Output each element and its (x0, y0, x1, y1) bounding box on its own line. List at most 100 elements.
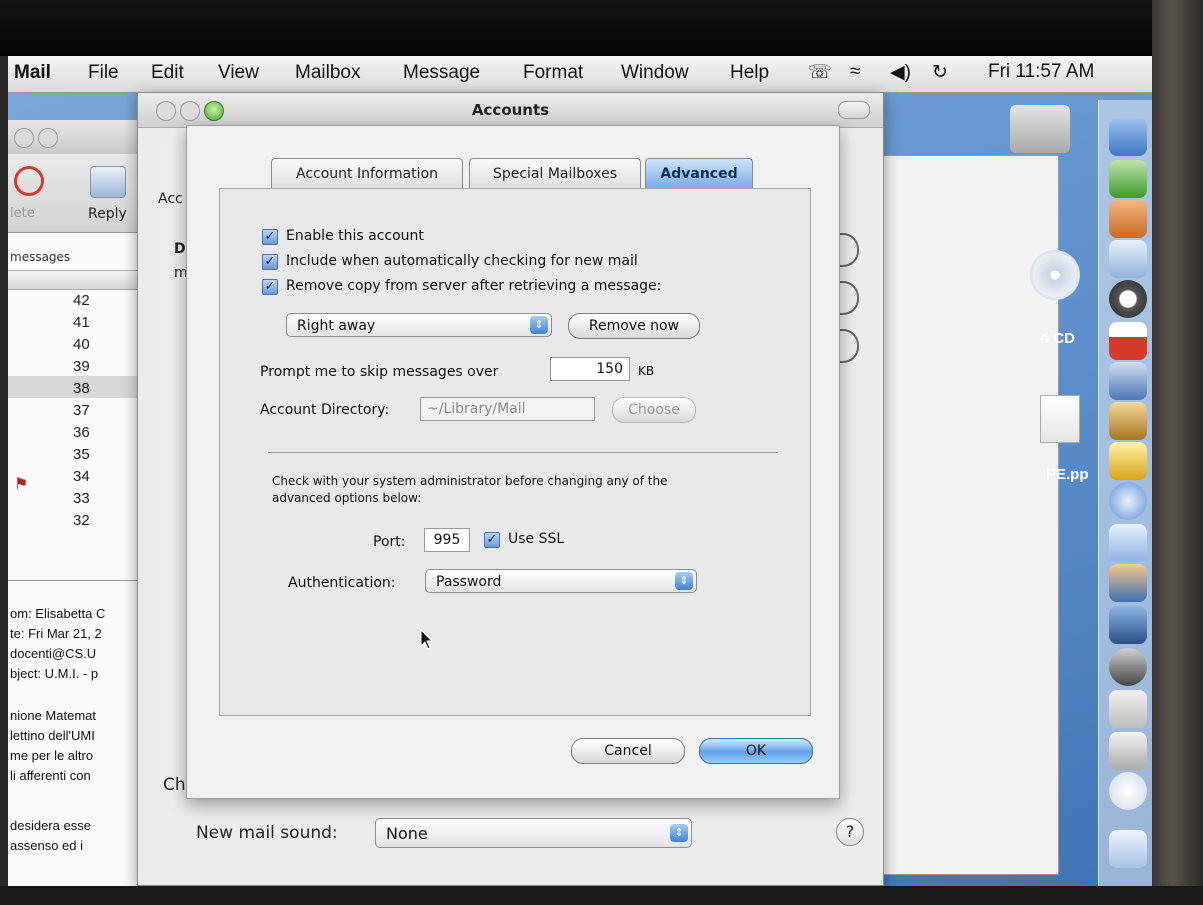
system-preferences-icon[interactable] (1109, 280, 1147, 318)
message-number[interactable]: 36 (73, 424, 90, 441)
preview-body-line: nione Matemat (10, 708, 96, 723)
notebook-icon[interactable] (1109, 402, 1147, 440)
message-number[interactable]: 33 (73, 490, 90, 507)
airport-icon[interactable]: ≈ (850, 61, 860, 83)
delete-icon[interactable] (14, 166, 44, 196)
menu-app-mail[interactable]: Mail (14, 62, 51, 84)
sherlock-icon[interactable] (1109, 648, 1147, 686)
port-field[interactable]: 995 (424, 528, 470, 552)
safari-icon[interactable] (1109, 482, 1147, 520)
check-label-partial: Ch (163, 775, 186, 795)
toolbar-toggle-button[interactable] (838, 101, 870, 119)
iphoto-icon[interactable] (1109, 564, 1147, 602)
list-header: messages (10, 250, 71, 264)
volume-icon[interactable]: ◀) (890, 61, 911, 84)
close-button[interactable] (14, 128, 34, 148)
include-auto-check-checkbox[interactable]: ✓ (262, 254, 278, 270)
mouse-cursor-icon (420, 629, 434, 650)
new-mail-sound-value: None (386, 824, 428, 843)
address-book-icon[interactable] (1109, 362, 1147, 400)
account-directory-label: Account Directory: (260, 402, 390, 418)
cancel-button[interactable]: Cancel (571, 738, 685, 764)
tab-special-mailboxes[interactable]: Special Mailboxes (469, 158, 641, 189)
menu-mailbox[interactable]: Mailbox (295, 62, 360, 84)
menubar-clock[interactable]: Fri 11:57 AM (988, 61, 1094, 83)
menu-help[interactable]: Help (730, 62, 769, 84)
message-number[interactable]: 32 (73, 512, 90, 529)
imovie-icon[interactable] (1109, 606, 1147, 644)
mail-icon[interactable] (1109, 240, 1147, 278)
preview-subject: bject: U.M.I. - p (10, 666, 99, 681)
ok-button[interactable]: OK (699, 738, 813, 764)
tab-advanced[interactable]: Advanced (645, 158, 753, 189)
remove-when-popup[interactable]: Right away ⇕ (286, 313, 552, 337)
menu-file[interactable]: File (88, 62, 119, 84)
popup-arrows-icon: ⇕ (530, 316, 548, 334)
message-number[interactable]: 42 (73, 292, 90, 309)
delete-label: lete (10, 206, 35, 221)
preview-body-line: desidera esse (10, 818, 91, 833)
prompt-skip-label: Prompt me to skip messages over (260, 364, 499, 380)
admin-warning-line1: Check with your system administrator bef… (272, 474, 668, 488)
enable-account-checkbox[interactable]: ✓ (262, 229, 278, 245)
choose-button[interactable]: Choose (612, 397, 696, 423)
help-button[interactable]: ? (836, 818, 864, 846)
menu-edit[interactable]: Edit (151, 62, 184, 84)
ical-icon[interactable] (1109, 322, 1147, 360)
clock-icon[interactable] (1109, 772, 1147, 810)
remove-copy-checkbox[interactable]: ✓ (262, 279, 278, 295)
finder-icon[interactable] (1109, 118, 1147, 156)
preview-icon[interactable] (1109, 200, 1147, 238)
separator (268, 452, 778, 453)
itunes-icon[interactable] (1109, 524, 1147, 562)
skip-size-field[interactable]: 150 (550, 357, 630, 381)
document-icon[interactable] (1040, 395, 1080, 443)
monitor-bezel-bottom (0, 886, 1203, 905)
menu-format[interactable]: Format (523, 62, 583, 84)
preview-date: te: Fri Mar 21, 2 (10, 626, 102, 641)
account-directory-field[interactable]: ~/Library/Mail (420, 397, 595, 421)
cd-icon[interactable] (1030, 250, 1080, 300)
documents-folder-icon[interactable] (1109, 830, 1147, 868)
use-ssl-checkbox[interactable]: ✓ (484, 532, 500, 548)
tab-account-information[interactable]: Account Information (271, 158, 463, 189)
minimize-button[interactable] (38, 128, 58, 148)
preview-body-line: assenso ed i (10, 838, 83, 853)
reply-label: Reply (88, 206, 127, 222)
new-mail-sound-label: New mail sound: (196, 823, 338, 843)
message-number[interactable]: 37 (73, 402, 90, 419)
flag-icon: ⚑ (14, 474, 29, 493)
enable-account-label: Enable this account (286, 228, 424, 244)
new-mail-sound-popup[interactable]: None ⇕ (375, 818, 692, 848)
message-number[interactable]: 35 (73, 446, 90, 463)
ichat-icon[interactable] (1109, 160, 1147, 198)
message-number[interactable]: 34 (73, 468, 90, 485)
preview-body-line: li afferenti con (10, 768, 91, 783)
menu-window[interactable]: Window (621, 62, 689, 84)
message-number[interactable]: 41 (73, 314, 90, 331)
message-number[interactable]: 38 (73, 380, 90, 397)
monitor-bezel-right (1152, 0, 1203, 905)
authentication-popup[interactable]: Password ⇕ (425, 569, 697, 593)
background-window (870, 155, 1059, 875)
menu-message[interactable]: Message (403, 62, 480, 84)
message-number[interactable]: 39 (73, 358, 90, 375)
window-title: Accounts (471, 101, 550, 119)
message-number[interactable]: 40 (73, 336, 90, 353)
remove-now-button[interactable]: Remove now (568, 313, 700, 339)
network-utility-icon[interactable] (1109, 732, 1147, 770)
admin-warning-line2: advanced options below: (272, 491, 422, 505)
hard-drive-icon[interactable] (1010, 105, 1070, 153)
phone-icon[interactable]: ☏ (808, 61, 832, 84)
stickies-icon[interactable] (1109, 442, 1147, 480)
accounts-sheet: Account Information Special Mailboxes Ad… (186, 125, 840, 799)
preview-to: docenti@CS.U (10, 646, 97, 661)
cd-label: o CD (1040, 330, 1075, 347)
reply-icon[interactable] (90, 166, 126, 198)
menu-view[interactable]: View (218, 62, 259, 84)
sync-icon[interactable]: ↻ (932, 61, 948, 84)
toolbar-accounts-label: Acc (158, 191, 183, 207)
preview-body-line: lettino dell'UMI (10, 728, 95, 743)
preview-body-line: me per le altro (10, 748, 94, 763)
system-profiler-icon[interactable] (1109, 690, 1147, 728)
